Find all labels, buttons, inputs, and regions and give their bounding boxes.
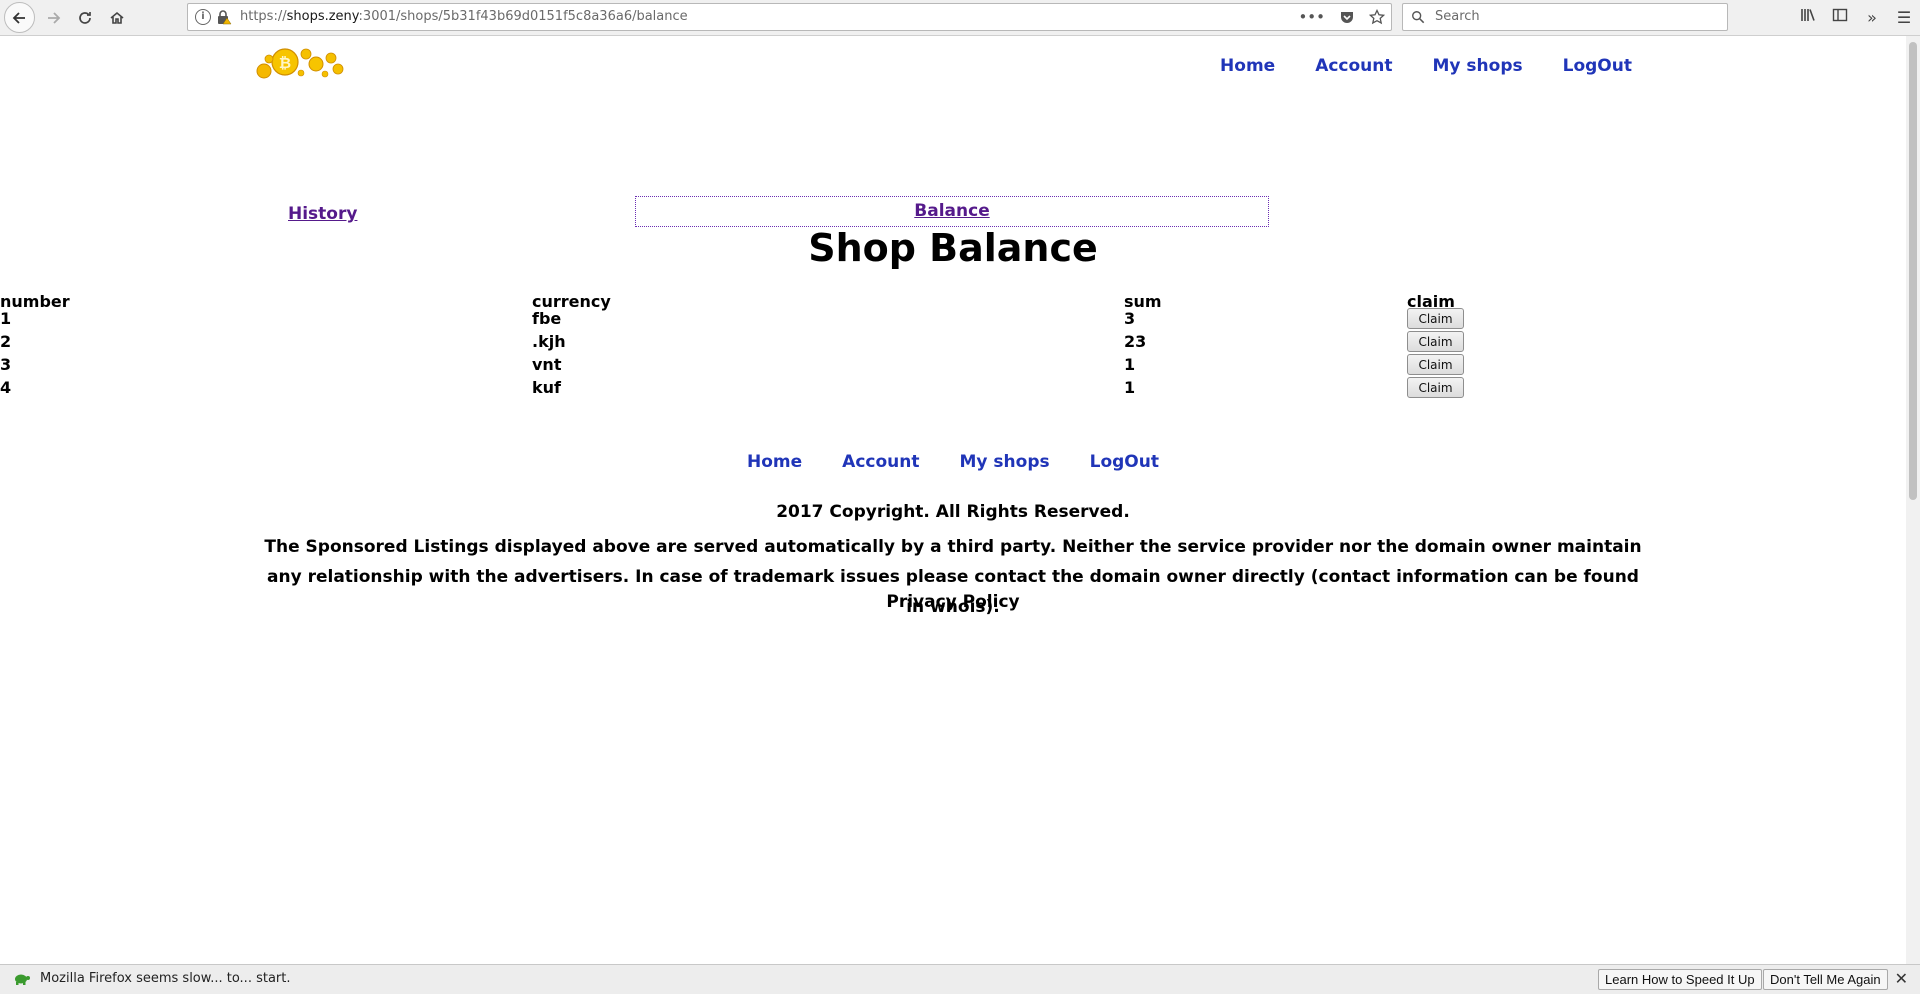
close-icon[interactable]: ✕ (1895, 969, 1908, 988)
url-path: :3001/shops/5b31f43b69d0151f5c8a36a6/bal… (358, 9, 688, 24)
learn-speed-up-button[interactable]: Learn How to Speed It Up (1598, 969, 1762, 990)
footer-account-link[interactable]: Account (842, 452, 919, 472)
hamburger-menu-icon[interactable]: ☰ (1888, 8, 1920, 27)
row-number: 2 (0, 332, 12, 351)
sidebar-icon[interactable] (1824, 7, 1856, 27)
tab-balance[interactable]: Balance (914, 201, 989, 221)
home-button[interactable] (102, 3, 132, 33)
home-icon (110, 11, 124, 24)
page-content: ₿ Home Account My shops LogOut History B… (0, 36, 1906, 964)
back-button[interactable] (4, 2, 35, 33)
dont-tell-me-again-button[interactable]: Don't Tell Me Again (1763, 969, 1888, 990)
row-number: 3 (0, 355, 12, 374)
forward-button[interactable] (38, 3, 68, 33)
bookmark-star-icon[interactable] (1369, 9, 1385, 25)
footer-nav: Home Account My shops LogOut (0, 452, 1906, 472)
nav-account-link[interactable]: Account (1315, 56, 1392, 76)
nav-my-shops-link[interactable]: My shops (1433, 56, 1523, 76)
overflow-chevron-icon[interactable]: » (1856, 8, 1888, 27)
row-number: 4 (0, 378, 12, 397)
turtle-icon (15, 974, 30, 985)
pocket-icon[interactable] (1339, 9, 1355, 25)
insecure-lock-icon[interactable] (216, 9, 232, 25)
ellipsis-icon[interactable]: ••• (1298, 8, 1325, 26)
url-bar[interactable]: i https://shops.zeny:3001/shops/5b31f43b… (187, 3, 1392, 31)
tab-balance-container: Balance (635, 196, 1269, 227)
row-number: 1 (0, 309, 12, 328)
row-sum: 23 (1124, 332, 1147, 351)
row-sum: 1 (1124, 355, 1136, 374)
tab-history[interactable]: History (288, 204, 357, 224)
slow-startup-notification: Mozilla Firefox seems slow... to... star… (0, 964, 1920, 994)
svg-text:₿: ₿ (279, 54, 291, 72)
row-currency: vnt (532, 355, 562, 374)
row-currency: .kjh (532, 332, 566, 351)
copyright-text: 2017 Copyright. All Rights Reserved. (776, 502, 1130, 522)
footer-home-link[interactable]: Home (747, 452, 802, 472)
search-bar[interactable]: Search (1402, 3, 1728, 31)
arrow-right-icon (48, 12, 61, 24)
privacy-policy-link[interactable]: Privacy Policy (260, 592, 1646, 612)
nav-home-link[interactable]: Home (1220, 56, 1275, 76)
url-text[interactable]: https://shops.zeny:3001/shops/5b31f43b69… (240, 4, 688, 30)
claim-button[interactable]: Claim (1407, 377, 1464, 398)
bitcoin-coins-logo[interactable]: ₿ (255, 44, 345, 84)
reload-icon (79, 12, 91, 24)
arrow-left-icon (12, 11, 25, 24)
page-title: Shop Balance (808, 226, 1098, 270)
notification-message: Mozilla Firefox seems slow... to... star… (40, 971, 291, 986)
toolbar-right-icons: » ☰ (1792, 0, 1920, 34)
browser-toolbar: i https://shops.zeny:3001/shops/5b31f43b… (0, 0, 1920, 36)
claim-button[interactable]: Claim (1407, 354, 1464, 375)
url-scheme: https:// (240, 9, 287, 24)
row-sum: 3 (1124, 309, 1136, 328)
url-domain: shops.zeny (286, 9, 359, 24)
search-placeholder: Search (1435, 9, 1480, 24)
claim-button[interactable]: Claim (1407, 331, 1464, 352)
row-currency: kuf (532, 378, 561, 397)
nav-logout-link[interactable]: LogOut (1563, 56, 1632, 76)
info-icon[interactable]: i (195, 9, 211, 25)
claim-button[interactable]: Claim (1407, 308, 1464, 329)
top-nav: Home Account My shops LogOut (1180, 56, 1632, 76)
row-currency: fbe (532, 309, 562, 328)
reload-button[interactable] (70, 3, 100, 33)
library-icon[interactable] (1792, 7, 1824, 27)
footer-logout-link[interactable]: LogOut (1090, 452, 1159, 472)
footer-my-shops-link[interactable]: My shops (960, 452, 1050, 472)
scrollbar-thumb[interactable] (1909, 42, 1917, 500)
row-sum: 1 (1124, 378, 1136, 397)
page-scrollbar[interactable] (1906, 36, 1920, 964)
url-actions: ••• (1298, 4, 1385, 30)
search-icon (1412, 11, 1425, 24)
